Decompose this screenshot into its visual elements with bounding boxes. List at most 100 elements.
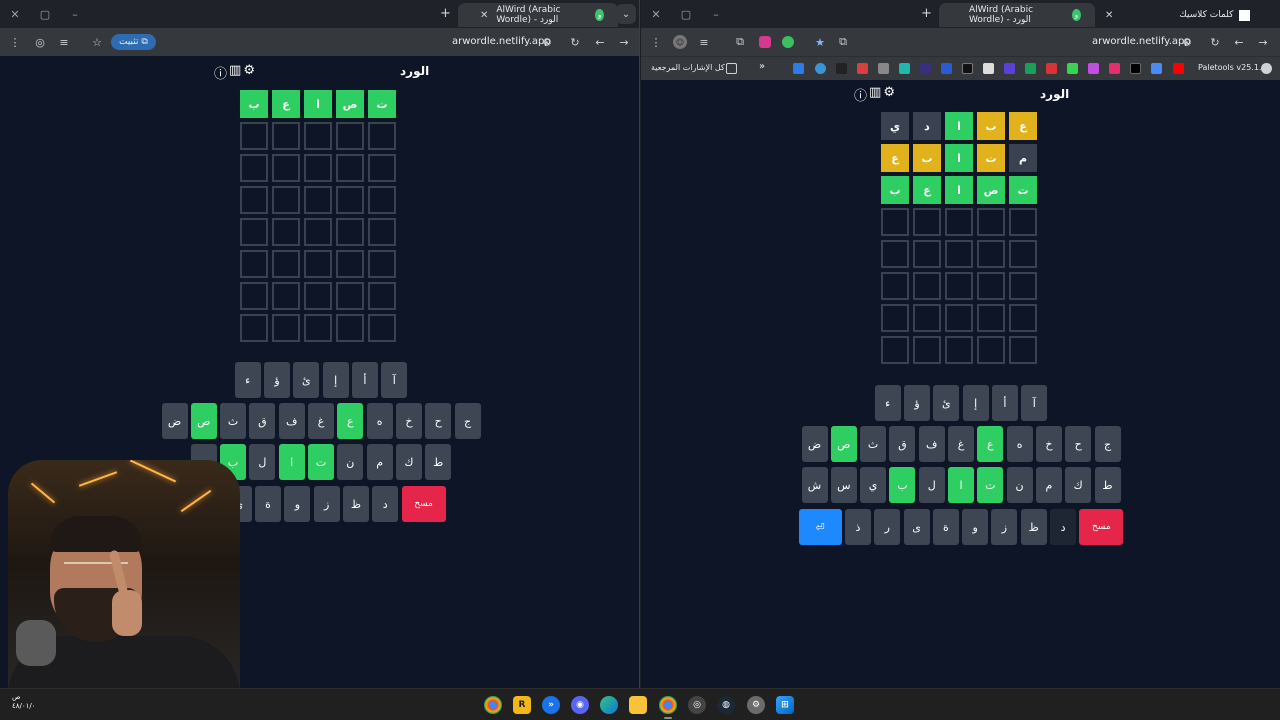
edge-icon[interactable] <box>600 696 618 714</box>
keyboard-key[interactable]: آ <box>1021 385 1048 421</box>
discord-icon[interactable]: ◉ <box>571 696 589 714</box>
keyboard-key[interactable]: ت <box>308 444 334 480</box>
bookmark-icon[interactable] <box>1067 63 1078 74</box>
tab-kalimat[interactable]: ✕ كلمات كلاسيك <box>1097 3 1275 27</box>
help-icon[interactable]: ⓘ <box>854 85 867 104</box>
keyboard-key[interactable]: ش <box>801 467 828 503</box>
taskbar-clock[interactable]: ص ٤٨/٠١/٠ <box>12 693 36 711</box>
keyboard-key[interactable]: ق <box>249 403 276 439</box>
profile-icon[interactable]: ◎ <box>33 35 47 49</box>
menu-icon[interactable]: ⋮ <box>649 35 663 49</box>
keyboard-key[interactable]: ت <box>977 467 1004 503</box>
keyboard-key[interactable]: آ <box>381 362 408 398</box>
profile-icon[interactable]: ☺ <box>673 35 687 49</box>
forward-icon[interactable]: ← <box>1232 35 1246 49</box>
settings-icon[interactable]: ⚙ <box>883 85 895 104</box>
delete-key[interactable]: مسح <box>1079 509 1124 545</box>
bookmark-icon[interactable] <box>793 63 804 74</box>
menu-icon[interactable]: ⋮ <box>8 35 22 49</box>
keyboard-key[interactable]: ث <box>860 426 887 462</box>
keyboard-key[interactable]: ج <box>1094 426 1121 462</box>
keyboard-key[interactable]: ء <box>234 362 261 398</box>
keyboard-key[interactable]: د <box>372 486 399 522</box>
open-in-app-icon[interactable]: ⧉ <box>836 35 850 49</box>
close-tab-icon[interactable]: ✕ <box>1105 10 1113 21</box>
stats-icon[interactable]: ▥ <box>869 85 881 104</box>
keyboard-key[interactable]: ك <box>395 444 422 480</box>
steam-icon[interactable]: ◍ <box>717 696 735 714</box>
keyboard-key[interactable]: ض <box>161 403 188 439</box>
keyboard-key[interactable]: ف <box>918 426 945 462</box>
media-icon[interactable]: ≡ <box>57 35 71 49</box>
maximize-window-icon[interactable]: ▢ <box>30 8 60 21</box>
install-app-button[interactable]: تثبيت ⧉ <box>111 34 156 50</box>
extensions-icon[interactable]: ⧉ <box>733 35 747 49</box>
keyboard-key[interactable]: ط <box>1094 467 1121 503</box>
keyboard-key[interactable]: ن <box>337 444 364 480</box>
keyboard-key[interactable]: ع <box>337 403 364 439</box>
close-tab-icon[interactable]: ✕ <box>480 10 488 21</box>
keyboard-key[interactable]: أ <box>351 362 378 398</box>
x-icon[interactable] <box>1130 63 1141 74</box>
keyboard-key[interactable]: ط <box>425 444 452 480</box>
chrome-active-icon[interactable] <box>659 696 677 714</box>
bookmark-all[interactable]: كل الإشارات المرجعية <box>651 63 725 72</box>
bookmark-icon[interactable] <box>920 63 931 74</box>
bookmark-icon[interactable] <box>878 63 889 74</box>
file-explorer-icon[interactable] <box>629 696 647 714</box>
instagram-icon[interactable] <box>1109 63 1120 74</box>
bookmark-icon[interactable] <box>815 63 826 74</box>
keyboard-key[interactable]: و <box>284 486 311 522</box>
help-icon[interactable]: ⓘ <box>214 63 227 82</box>
keyboard-key[interactable]: ه <box>1006 426 1033 462</box>
keyboard-key[interactable]: ج <box>454 403 481 439</box>
bookmark-icon[interactable] <box>1025 63 1036 74</box>
reload-icon[interactable]: ↻ <box>1208 35 1222 49</box>
bookmark-star-icon[interactable]: ★ <box>813 35 827 49</box>
keyboard-key[interactable]: ع <box>977 426 1004 462</box>
enter-key[interactable]: ⏎ <box>798 509 842 545</box>
forward-icon[interactable]: ← <box>593 35 607 49</box>
tab-alwird[interactable]: ✕ AlWird (Arabic Wordle) - الورد و <box>458 3 618 27</box>
keyboard-key[interactable]: و <box>962 509 989 545</box>
bookmark-icon[interactable] <box>1088 63 1099 74</box>
keyboard-key[interactable]: ز <box>991 509 1018 545</box>
back-icon[interactable]: → <box>617 35 631 49</box>
keyboard-key[interactable]: د <box>1050 509 1077 545</box>
obs-icon[interactable]: ◎ <box>688 696 706 714</box>
keyboard-key[interactable]: إ <box>962 385 989 421</box>
keyboard-key[interactable]: ه <box>366 403 393 439</box>
keyboard-key[interactable]: ل <box>249 444 276 480</box>
keyboard-key[interactable]: ز <box>313 486 340 522</box>
keyboard-key[interactable]: ن <box>1006 467 1033 503</box>
keyboard-key[interactable]: إ <box>322 362 349 398</box>
keyboard-key[interactable]: ب <box>889 467 916 503</box>
extension-icon[interactable] <box>759 36 771 48</box>
keyboard-key[interactable]: ة <box>932 509 959 545</box>
site-settings-icon[interactable]: ⚙ <box>1180 35 1194 49</box>
keyboard-key[interactable]: ف <box>278 403 305 439</box>
bookmark-icon[interactable] <box>836 63 847 74</box>
address-bar-url[interactable]: arwordle.netlify.app <box>452 36 551 47</box>
reload-icon[interactable]: ↻ <box>568 35 582 49</box>
bookmark-icon[interactable] <box>983 63 994 74</box>
keyboard-key[interactable]: ء <box>874 385 901 421</box>
app-icon[interactable]: » <box>542 696 560 714</box>
keyboard-key[interactable]: خ <box>1035 426 1062 462</box>
bookmark-icon[interactable] <box>899 63 910 74</box>
keyboard-key[interactable]: ا <box>948 467 974 503</box>
keyboard-key[interactable]: ث <box>220 403 247 439</box>
bookmark-icon[interactable] <box>1004 63 1015 74</box>
new-tab-icon[interactable]: + <box>440 6 451 21</box>
address-bar-url[interactable]: arwordle.netlify.app <box>1092 36 1191 47</box>
rockstar-icon[interactable]: R <box>513 696 531 714</box>
close-window-icon[interactable]: ✕ <box>0 8 30 21</box>
keyboard-key[interactable]: ظ <box>1020 509 1047 545</box>
keyboard-key[interactable]: ص <box>830 426 857 462</box>
keyboard-key[interactable]: ذ <box>844 509 871 545</box>
keyboard-key[interactable]: ئ <box>933 385 960 421</box>
minimize-window-icon[interactable]: – <box>701 8 731 21</box>
keyboard-key[interactable]: ظ <box>342 486 369 522</box>
media-icon[interactable]: ≡ <box>697 35 711 49</box>
adblock-icon[interactable] <box>782 36 794 48</box>
